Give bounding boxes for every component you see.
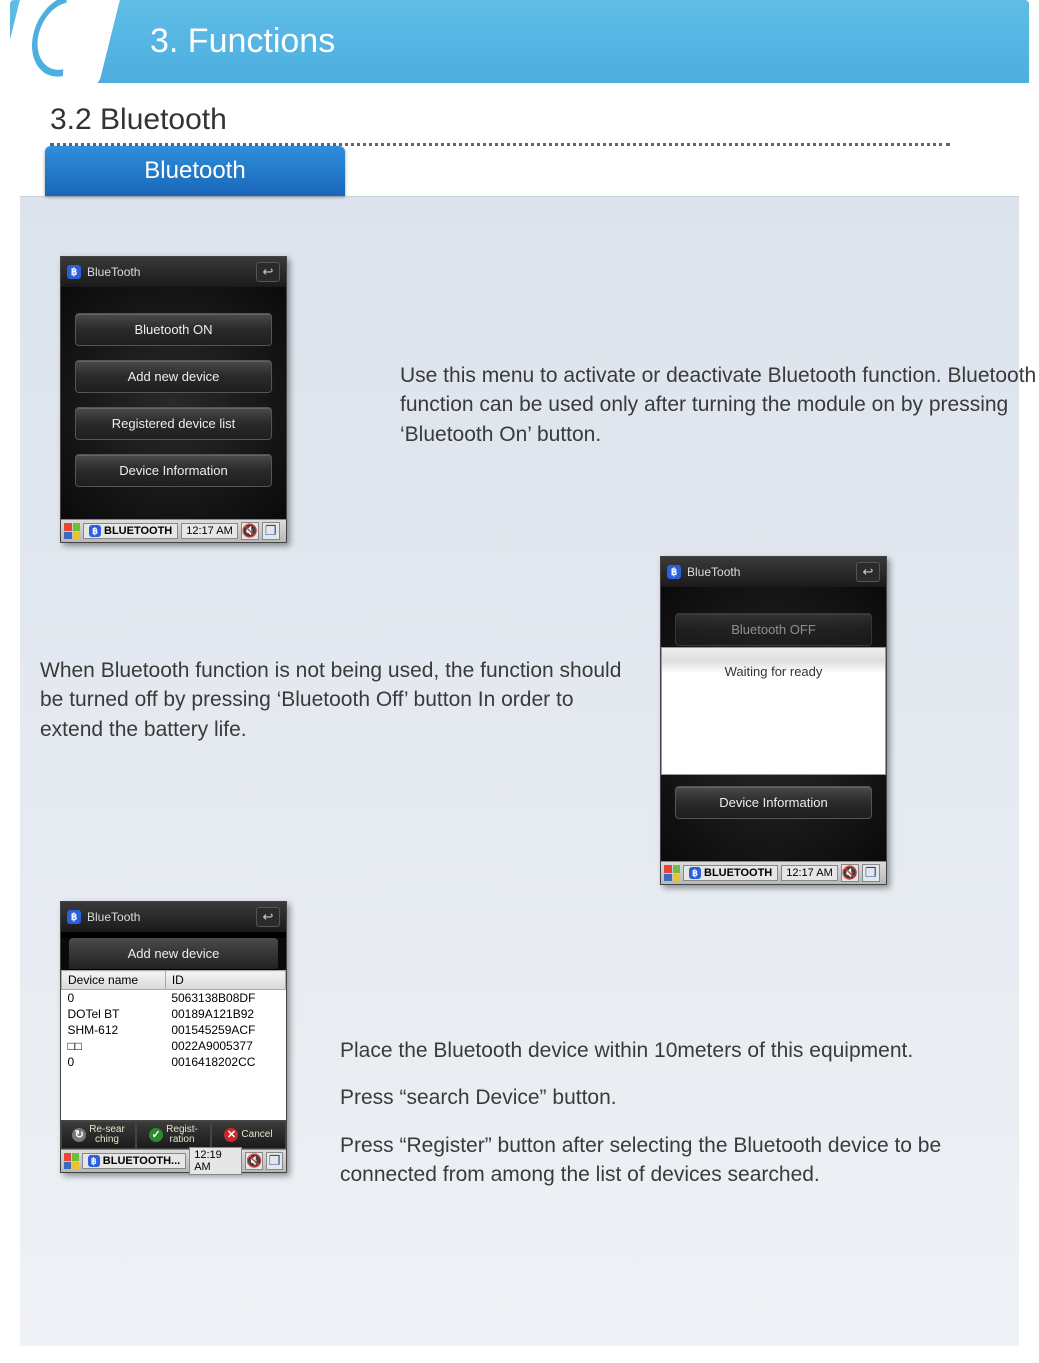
taskbar-app-label: BLUETOOTH... <box>103 1155 180 1167</box>
taskbar-time: 12:17 AM <box>181 523 237 539</box>
instruction-line: Place the Bluetooth device within 10mete… <box>340 1036 1039 1065</box>
phone-screenshot-1: ฿ BlueTooth ↩ Bluetooth ON Add new devic… <box>60 256 287 543</box>
device-table: Device name ID 05063138B08DF DOTel BT001… <box>61 970 286 1120</box>
device-information-button[interactable]: Device Information <box>75 454 272 487</box>
back-icon[interactable]: ↩ <box>856 562 880 582</box>
start-icon[interactable] <box>64 1153 79 1169</box>
column-header-name[interactable]: Device name <box>62 971 166 990</box>
cell-id: 5063138B08DF <box>165 990 285 1007</box>
start-icon[interactable] <box>64 523 80 539</box>
table-row[interactable]: DOTel BT00189A121B92 <box>62 1006 286 1022</box>
table-row[interactable]: □□0022A9005377 <box>62 1038 286 1054</box>
bluetooth-icon: ฿ <box>667 565 681 579</box>
start-icon[interactable] <box>664 865 680 881</box>
registered-device-list-button[interactable]: Registered device list <box>75 407 272 440</box>
waiting-dialog: Waiting for ready <box>661 647 886 775</box>
cell-name: 0 <box>62 990 166 1007</box>
instruction-text-3: Place the Bluetooth device within 10mete… <box>340 1036 1039 1208</box>
bluetooth-icon: ฿ <box>88 1155 100 1167</box>
close-icon: ✕ <box>224 1128 238 1142</box>
header-logo <box>0 0 122 87</box>
research-button[interactable]: ↻ Re-sear ching <box>61 1121 136 1149</box>
column-header-id[interactable]: ID <box>165 971 285 990</box>
bluetooth-icon: ฿ <box>89 525 101 537</box>
bluetooth-on-button[interactable]: Bluetooth ON <box>75 313 272 346</box>
cell-id: 0016418202CC <box>165 1054 285 1070</box>
taskbar: ฿ BLUETOOTH... 12:19 AM 🔇 ❐ <box>61 1149 286 1172</box>
add-new-device-header: Add new device <box>69 938 278 970</box>
table-row[interactable]: 05063138B08DF <box>62 990 286 1007</box>
refresh-icon: ↻ <box>72 1128 86 1142</box>
taskbar-time: 12:17 AM <box>781 865 837 881</box>
cell-id: 0022A9005377 <box>165 1038 285 1054</box>
table-row[interactable]: 00016418202CC <box>62 1054 286 1070</box>
bottom-button-row: ↻ Re-sear ching ✓ Regist- ration ✕ Cance… <box>61 1120 286 1149</box>
table-row[interactable]: SHM-612001545259ACF <box>62 1022 286 1038</box>
taskbar: ฿ BLUETOOTH 12:17 AM 🔇 ❐ <box>661 861 886 884</box>
cell-name: DOTel BT <box>62 1006 166 1022</box>
windows-tray-icon[interactable]: ❐ <box>262 522 280 540</box>
bluetooth-off-button[interactable]: Bluetooth OFF <box>675 613 872 646</box>
phone-titlebar: ฿ BlueTooth ↩ <box>61 902 286 932</box>
cancel-button[interactable]: ✕ Cancel <box>211 1121 286 1149</box>
bluetooth-icon: ฿ <box>67 265 81 279</box>
register-button[interactable]: ✓ Regist- ration <box>136 1121 211 1149</box>
bluetooth-tab: Bluetooth <box>45 146 345 196</box>
back-icon[interactable]: ↩ <box>256 262 280 282</box>
cell-name: SHM-612 <box>62 1022 166 1038</box>
taskbar: ฿ BLUETOOTH 12:17 AM 🔇 ❐ <box>61 519 286 542</box>
taskbar-app[interactable]: ฿ BLUETOOTH <box>683 865 778 881</box>
mute-icon[interactable]: 🔇 <box>841 864 859 882</box>
phone-titlebar: ฿ BlueTooth ↩ <box>661 557 886 587</box>
instruction-line: Press “Register” button after selecting … <box>340 1131 1039 1190</box>
cancel-label: Cancel <box>241 1130 272 1140</box>
cell-id: 001545259ACF <box>165 1022 285 1038</box>
window-title: BlueTooth <box>687 565 740 579</box>
page-title: 3. Functions <box>150 22 335 60</box>
window-title: BlueTooth <box>87 910 140 924</box>
cell-id: 00189A121B92 <box>165 1006 285 1022</box>
window-title: BlueTooth <box>87 265 140 279</box>
register-label: Regist- ration <box>166 1125 198 1145</box>
mute-icon[interactable]: 🔇 <box>241 522 259 540</box>
taskbar-app-label: BLUETOOTH <box>104 525 172 537</box>
research-label: Re-sear ching <box>89 1125 125 1145</box>
taskbar-time: 12:19 AM <box>189 1147 242 1175</box>
mute-icon[interactable]: 🔇 <box>245 1152 263 1170</box>
cell-name: □□ <box>62 1038 166 1054</box>
back-icon[interactable]: ↩ <box>256 907 280 927</box>
add-new-device-button[interactable]: Add new device <box>75 360 272 393</box>
check-icon: ✓ <box>149 1128 163 1142</box>
bluetooth-icon: ฿ <box>67 910 81 924</box>
taskbar-app[interactable]: ฿ BLUETOOTH <box>83 523 178 539</box>
instruction-line: Press “search Device” button. <box>340 1083 1039 1112</box>
windows-tray-icon[interactable]: ❐ <box>862 864 880 882</box>
instruction-text-2: When Bluetooth function is not being use… <box>40 656 640 744</box>
cell-name: 0 <box>62 1054 166 1070</box>
bluetooth-icon: ฿ <box>689 867 701 879</box>
taskbar-app-label: BLUETOOTH <box>704 867 772 879</box>
phone-screenshot-3: ฿ BlueTooth ↩ Add new device Device name… <box>60 901 287 1173</box>
phone-screenshot-2: ฿ BlueTooth ↩ Bluetooth OFF Waiting for … <box>660 556 887 885</box>
section-title: 3.2 Bluetooth <box>50 103 950 146</box>
device-information-button[interactable]: Device Information <box>675 786 872 819</box>
phone-titlebar: ฿ BlueTooth ↩ <box>61 257 286 287</box>
taskbar-app[interactable]: ฿ BLUETOOTH... <box>82 1153 186 1169</box>
page-header: 3. Functions <box>10 0 1029 83</box>
dialog-text: Waiting for ready <box>725 664 823 679</box>
windows-tray-icon[interactable]: ❐ <box>266 1152 283 1170</box>
instruction-text-1: Use this menu to activate or deactivate … <box>400 361 1039 449</box>
